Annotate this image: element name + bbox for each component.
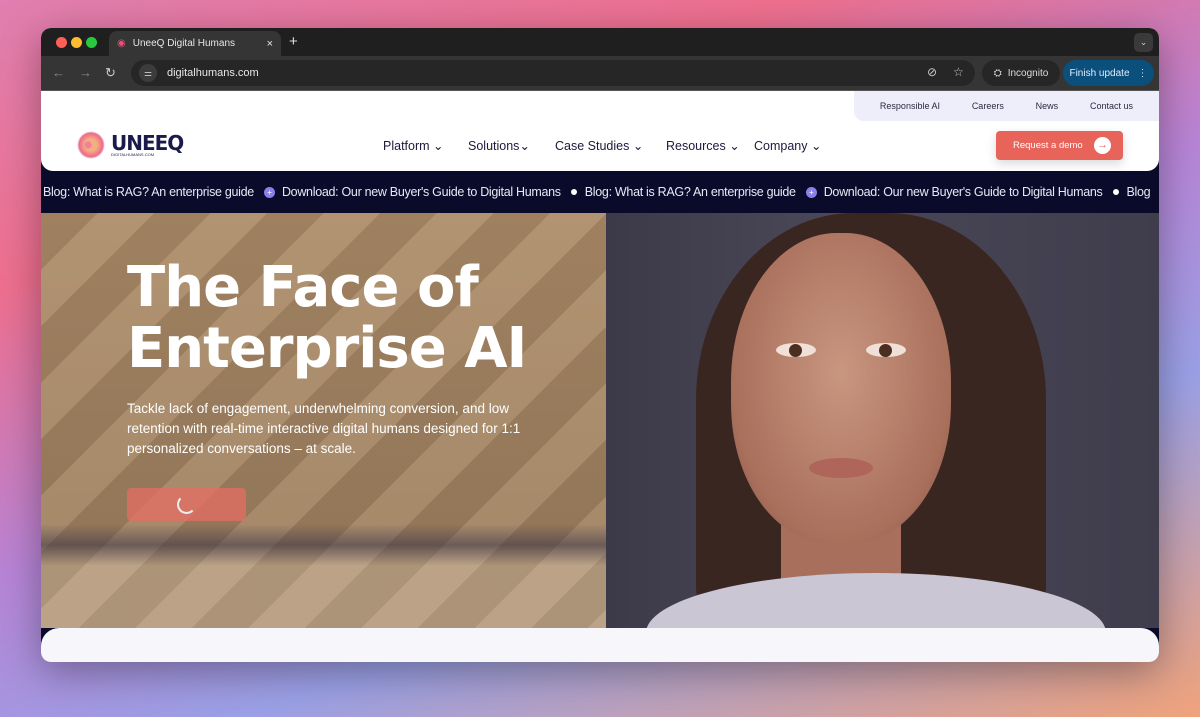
lips: [809, 458, 873, 478]
nav-solutions[interactable]: Solutions⌄: [468, 138, 530, 153]
utility-nav: Responsible AI Careers News Contact us: [854, 91, 1159, 121]
tab-search-chevron-icon[interactable]: ⌄: [1134, 33, 1153, 52]
util-link-careers[interactable]: Careers: [972, 101, 1004, 111]
site-header: Responsible AI Careers News Contact us U…: [41, 91, 1159, 171]
incognito-button[interactable]: ⛭ Incognito: [982, 60, 1060, 86]
request-demo-label: Request a demo: [1013, 140, 1083, 151]
ticker-item[interactable]: Download: Our new Buyer's Guide to Digit…: [282, 185, 561, 199]
request-demo-button[interactable]: Request a demo →: [996, 131, 1123, 160]
new-tab-button[interactable]: +: [289, 33, 298, 50]
util-link-responsible-ai[interactable]: Responsible AI: [880, 101, 940, 111]
favicon-icon: ◉: [117, 38, 126, 49]
hero-description: Tackle lack of engagement, underwhelming…: [127, 401, 521, 456]
forward-icon[interactable]: →: [79, 65, 92, 80]
hero-title: The Face of Enterprise AI: [127, 255, 527, 381]
face: [731, 233, 951, 543]
finish-update-button[interactable]: Finish update ⋮: [1063, 60, 1154, 86]
url-text[interactable]: digitalhumans.com: [167, 67, 259, 79]
tab-close-icon[interactable]: ×: [267, 38, 273, 50]
hero-cta-button-loading[interactable]: [127, 488, 246, 521]
web-page: The Face of Enterprise AI Tackle lack of…: [41, 91, 1159, 662]
bullet-icon: [1112, 188, 1119, 195]
eye: [776, 343, 816, 357]
plus-icon: +: [805, 187, 817, 198]
address-bar[interactable]: ⚌ digitalhumans.com ⊘ ☆: [131, 60, 975, 86]
ticker-item[interactable]: Blog: [1127, 185, 1151, 199]
site-settings-icon[interactable]: ⚌: [139, 64, 157, 82]
star-icon[interactable]: ☆: [953, 65, 964, 79]
uneeq-logo[interactable]: UNEEQ DIGITALHUMANS.COM: [77, 130, 184, 159]
browser-toolbar: ← → ↻ ⚌ digitalhumans.com ⊘ ☆ ⛭ Incognit…: [41, 56, 1159, 91]
plus-icon: +: [263, 187, 275, 198]
nav-resources[interactable]: Resources ⌄: [666, 138, 740, 153]
announcement-ticker: Blog: What is RAG? An enterprise guide +…: [41, 171, 1159, 213]
reload-icon[interactable]: ↻: [105, 65, 116, 81]
incognito-label: Incognito: [1007, 67, 1049, 79]
hero-title-line1: The Face of: [127, 255, 479, 320]
nav-platform[interactable]: Platform ⌄: [383, 138, 444, 153]
maximize-window-button[interactable]: [86, 37, 97, 48]
eye-off-icon[interactable]: ⊘: [927, 65, 937, 79]
more-vert-icon: ⋮: [1137, 67, 1148, 79]
finish-update-label: Finish update: [1069, 67, 1130, 79]
browser-tab[interactable]: ◉ UneeQ Digital Humans ×: [109, 31, 281, 56]
back-icon[interactable]: ←: [52, 65, 65, 80]
close-window-button[interactable]: [56, 37, 67, 48]
logo-head-icon: [77, 131, 105, 159]
bullet-icon: [570, 188, 577, 195]
content-panel: [41, 628, 1159, 662]
nav-case-studies[interactable]: Case Studies ⌄: [555, 138, 643, 153]
hero-title-line2: Enterprise AI: [127, 316, 527, 381]
nav-company[interactable]: Company ⌄: [754, 138, 821, 153]
spinner-icon: [177, 495, 196, 514]
digital-human-image: [606, 213, 1159, 628]
browser-window: ◉ UneeQ Digital Humans × + ⌄ ← → ↻ ⚌ dig…: [41, 28, 1159, 662]
arrow-right-icon: →: [1094, 137, 1111, 154]
tab-bar: ◉ UneeQ Digital Humans × + ⌄: [41, 28, 1159, 56]
util-link-news[interactable]: News: [1036, 101, 1059, 111]
incognito-icon: ⛭: [993, 67, 1002, 79]
hero-section: The Face of Enterprise AI Tackle lack of…: [41, 213, 1159, 628]
eye: [866, 343, 906, 357]
logo-wordmark: UNEEQ: [111, 130, 184, 155]
util-link-contact[interactable]: Contact us: [1090, 101, 1133, 111]
ticker-item[interactable]: Blog: What is RAG? An enterprise guide: [585, 185, 796, 199]
ticker-item[interactable]: Blog: What is RAG? An enterprise guide: [43, 185, 254, 199]
ticker-item[interactable]: Download: Our new Buyer's Guide to Digit…: [824, 185, 1103, 199]
minimize-window-button[interactable]: [71, 37, 82, 48]
tab-title: UneeQ Digital Humans: [132, 38, 235, 49]
